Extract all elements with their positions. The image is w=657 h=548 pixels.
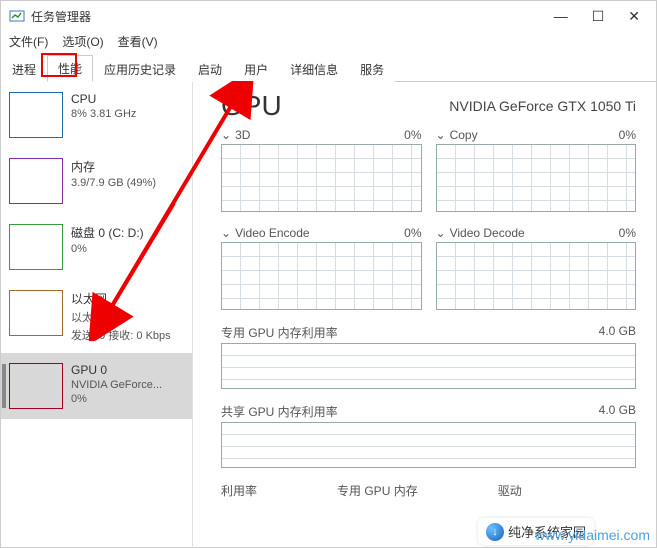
gpu-thumb-icon <box>9 363 63 409</box>
close-button[interactable]: ✕ <box>628 8 640 25</box>
chart-video-decode[interactable]: ⌄ Video Decode 0% <box>436 226 637 310</box>
gpu-stats: 0% <box>71 393 162 405</box>
tab-startup[interactable]: 启动 <box>187 56 233 82</box>
dedicated-mem-graph <box>221 343 636 389</box>
menu-options[interactable]: 选项(O) <box>62 33 103 50</box>
minimize-button[interactable]: — <box>554 8 568 25</box>
tab-details[interactable]: 详细信息 <box>279 56 349 82</box>
cpu-stats: 8% 3.81 GHz <box>71 108 136 120</box>
chart-copy-label: Copy <box>450 128 478 142</box>
titlebar: 任务管理器 — ☐ ✕ <box>1 1 656 31</box>
dedicated-mem-cap: 4.0 GB <box>599 324 636 341</box>
memory-stats: 3.9/7.9 GB (49%) <box>71 177 156 189</box>
ethernet-thumb-icon <box>9 290 63 336</box>
chart-copy-graph <box>436 144 637 212</box>
chart-venc-label: Video Encode <box>235 226 310 240</box>
label-dedicated-mem: 专用 GPU 内存 <box>337 482 418 499</box>
bottom-labels: 利用率 专用 GPU 内存 驱动 <box>221 482 636 499</box>
page-title: GPU <box>221 90 282 122</box>
menu-file[interactable]: 文件(F) <box>9 33 48 50</box>
window-controls: — ☐ ✕ <box>554 8 648 25</box>
sidebar-item-disk[interactable]: 磁盘 0 (C: D:) 0% <box>1 214 192 280</box>
chart-video-encode[interactable]: ⌄ Video Encode 0% <box>221 226 422 310</box>
sidebar-item-cpu[interactable]: CPU 8% 3.81 GHz <box>1 82 192 148</box>
sidebar-item-ethernet[interactable]: 以太网 以太网 发送: 0 接收: 0 Kbps <box>1 280 192 353</box>
download-icon: ↓ <box>486 523 504 541</box>
disk-title: 磁盘 0 (C: D:) <box>71 224 144 241</box>
tab-performance[interactable]: 性能 <box>47 55 93 82</box>
watermark: www.yidaimei.com <box>535 527 650 543</box>
ethernet-title: 以太网 <box>71 290 171 307</box>
tab-users[interactable]: 用户 <box>233 56 279 82</box>
chevron-down-icon: ⌄ <box>436 128 446 142</box>
shared-mem-label: 共享 GPU 内存利用率 <box>221 403 338 420</box>
menu-view[interactable]: 查看(V) <box>118 33 158 50</box>
maximize-button[interactable]: ☐ <box>592 8 605 25</box>
chart-copy-pct: 0% <box>619 128 636 142</box>
sidebar-item-memory[interactable]: 内存 3.9/7.9 GB (49%) <box>1 148 192 214</box>
gpu-title-side: GPU 0 <box>71 363 162 377</box>
disk-thumb-icon <box>9 224 63 270</box>
label-utilization: 利用率 <box>221 482 257 499</box>
menubar: 文件(F) 选项(O) 查看(V) <box>1 31 656 56</box>
chart-3d[interactable]: ⌄ 3D 0% <box>221 128 422 212</box>
ethernet-sub: 以太网 <box>71 309 171 325</box>
chart-copy[interactable]: ⌄ Copy 0% <box>436 128 637 212</box>
chart-venc-graph <box>221 242 422 310</box>
chart-vdec-label: Video Decode <box>450 226 525 240</box>
chart-vdec-pct: 0% <box>619 226 636 240</box>
shared-mem-graph <box>221 422 636 468</box>
gpu-device-name: NVIDIA GeForce GTX 1050 Ti <box>449 90 636 114</box>
label-driver: 驱动 <box>498 482 522 499</box>
main-panel: GPU NVIDIA GeForce GTX 1050 Ti ⌄ 3D 0% ⌄ C… <box>193 82 656 548</box>
content: CPU 8% 3.81 GHz 内存 3.9/7.9 GB (49%) 磁盘 0… <box>1 82 656 548</box>
cpu-title: CPU <box>71 92 136 106</box>
chevron-down-icon: ⌄ <box>221 128 231 142</box>
chevron-down-icon: ⌄ <box>436 226 446 240</box>
chart-3d-label: 3D <box>235 128 250 142</box>
memory-title: 内存 <box>71 158 156 175</box>
chart-3d-graph <box>221 144 422 212</box>
gpu-sub: NVIDIA GeForce... <box>71 379 162 391</box>
tab-services[interactable]: 服务 <box>349 56 395 82</box>
dedicated-mem-label: 专用 GPU 内存利用率 <box>221 324 338 341</box>
shared-mem-cap: 4.0 GB <box>599 403 636 420</box>
window-title: 任务管理器 <box>31 8 554 25</box>
chart-3d-pct: 0% <box>404 128 421 142</box>
chart-vdec-graph <box>436 242 637 310</box>
chart-venc-pct: 0% <box>404 226 421 240</box>
sidebar: CPU 8% 3.81 GHz 内存 3.9/7.9 GB (49%) 磁盘 0… <box>1 82 193 548</box>
sidebar-item-gpu[interactable]: GPU 0 NVIDIA GeForce... 0% <box>1 353 192 419</box>
cpu-thumb-icon <box>9 92 63 138</box>
tab-apphistory[interactable]: 应用历史记录 <box>93 56 187 82</box>
disk-stats: 0% <box>71 243 144 255</box>
chevron-down-icon: ⌄ <box>221 226 231 240</box>
tabs: 进程 性能 应用历史记录 启动 用户 详细信息 服务 <box>1 56 656 82</box>
ethernet-stats: 发送: 0 接收: 0 Kbps <box>71 327 171 343</box>
memory-thumb-icon <box>9 158 63 204</box>
tab-processes[interactable]: 进程 <box>1 56 47 82</box>
app-icon <box>9 8 25 24</box>
